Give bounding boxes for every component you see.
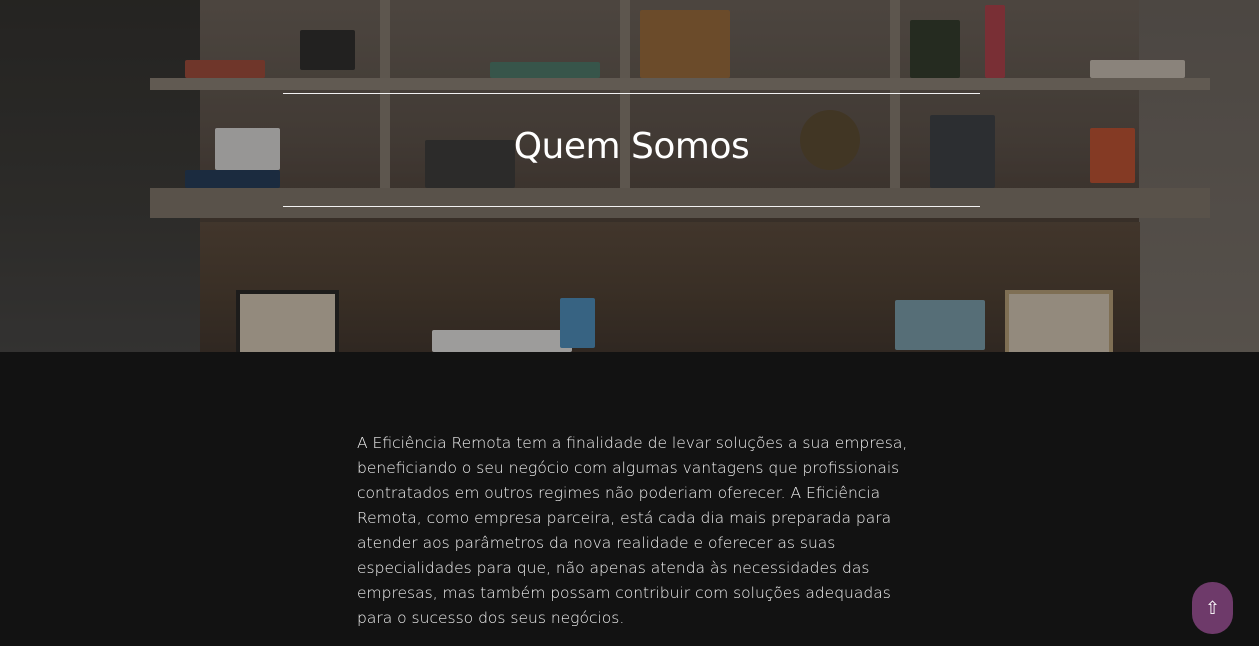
page-title: Quem Somos (513, 126, 750, 167)
scroll-to-top-button[interactable]: ⇧ (1192, 582, 1233, 634)
hero-overlay (0, 0, 1259, 352)
divider-line (283, 206, 980, 207)
hero-banner: Quem Somos (0, 0, 1259, 352)
about-section: A Eficiência Remota tem a finalidade de … (0, 352, 1259, 646)
arrow-up-icon: ⇧ (1204, 597, 1221, 619)
about-paragraph: A Eficiência Remota tem a finalidade de … (357, 434, 908, 627)
divider-line (283, 93, 980, 94)
